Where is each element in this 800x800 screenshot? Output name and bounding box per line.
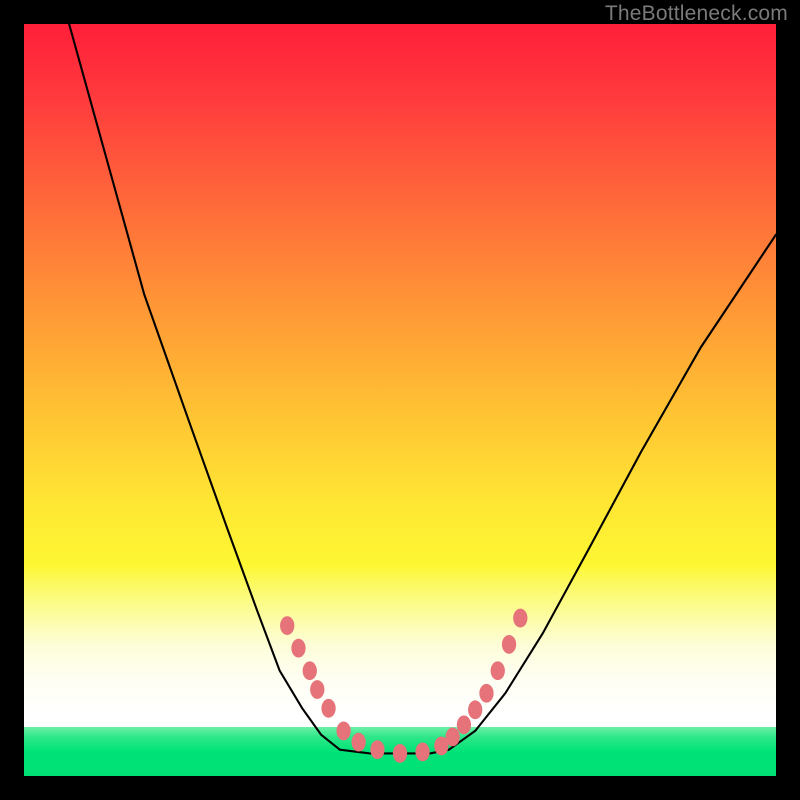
curve-svg bbox=[24, 24, 776, 776]
marker-group bbox=[280, 609, 527, 763]
marker-point bbox=[445, 727, 459, 746]
curve-path-group bbox=[69, 24, 776, 753]
marker-point bbox=[468, 700, 482, 719]
marker-point bbox=[415, 743, 429, 762]
plot-area bbox=[24, 24, 776, 776]
marker-point bbox=[321, 699, 335, 718]
marker-point bbox=[310, 680, 324, 699]
marker-point bbox=[280, 616, 294, 635]
marker-point bbox=[336, 721, 350, 740]
marker-point bbox=[303, 661, 317, 680]
marker-point bbox=[479, 684, 493, 703]
watermark-text: TheBottleneck.com bbox=[605, 2, 788, 26]
marker-point bbox=[351, 733, 365, 752]
marker-point bbox=[513, 609, 527, 628]
marker-point bbox=[370, 740, 384, 759]
marker-point bbox=[457, 715, 471, 734]
marker-point bbox=[491, 661, 505, 680]
marker-point bbox=[393, 744, 407, 763]
marker-point bbox=[502, 635, 516, 654]
chart-frame: TheBottleneck.com bbox=[0, 0, 800, 800]
marker-point bbox=[291, 639, 305, 658]
